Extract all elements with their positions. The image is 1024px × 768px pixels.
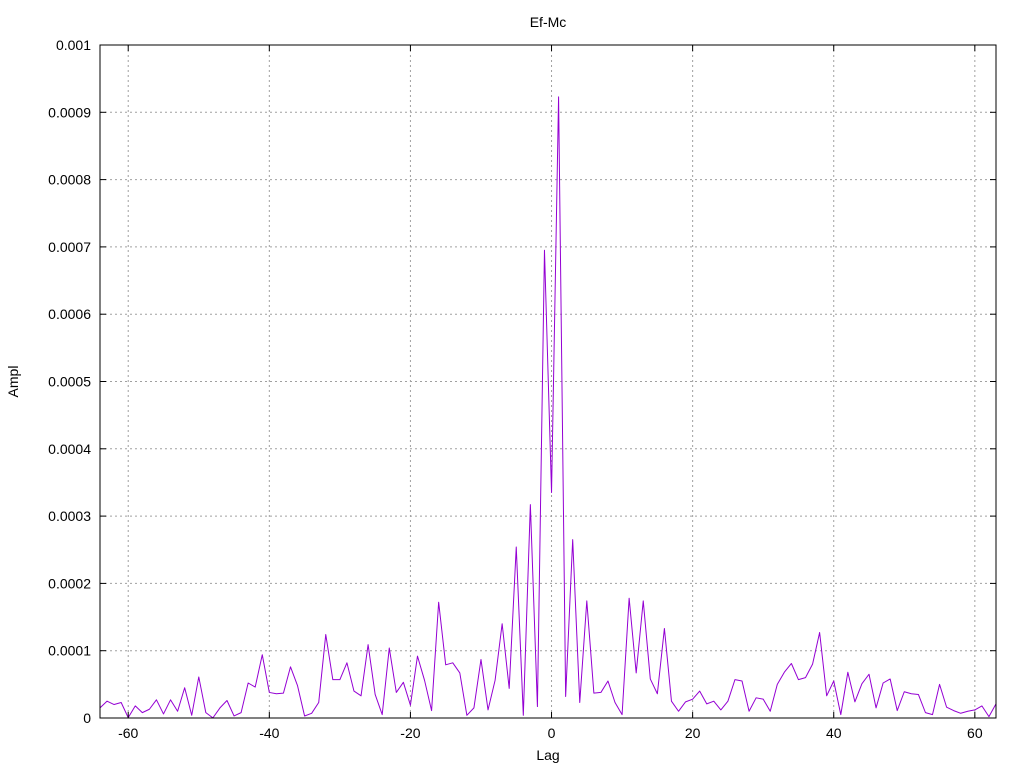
y-tick-label: 0.001 (56, 37, 91, 53)
y-tick-label: 0.0002 (48, 575, 91, 591)
y-tick-label: 0.0003 (48, 508, 91, 524)
line-chart: -60 -40 -20 0 20 40 60 0 0.0001 0.0002 0.0003 0.000… (0, 0, 1024, 768)
chart-title: Ef-Mc (530, 14, 567, 30)
chart-container: -60 -40 -20 0 20 40 60 0 0.0001 0.0002 0.0003 0.000… (0, 0, 1024, 768)
y-tick-label: 0.0004 (48, 441, 91, 457)
x-tick-label: 0 (548, 725, 556, 741)
x-tick-label: 60 (967, 725, 983, 741)
y-tick-label: 0.0001 (48, 643, 91, 659)
y-axis-title: Ampl (5, 366, 21, 398)
x-tick-label: -20 (400, 725, 420, 741)
y-tick-label: 0 (83, 710, 91, 726)
y-tick-label: 0.0006 (48, 306, 91, 322)
y-tick-label: 0.0009 (48, 104, 91, 120)
y-tick-label: 0.0005 (48, 374, 91, 390)
chart-background (0, 0, 1024, 768)
x-axis-title: Lag (536, 747, 559, 763)
y-tick-label: 0.0007 (48, 239, 91, 255)
x-tick-label: 20 (685, 725, 701, 741)
x-tick-label: -40 (259, 725, 279, 741)
y-tick-label: 0.0008 (48, 172, 91, 188)
x-tick-label: -60 (118, 725, 138, 741)
x-tick-label: 40 (826, 725, 842, 741)
